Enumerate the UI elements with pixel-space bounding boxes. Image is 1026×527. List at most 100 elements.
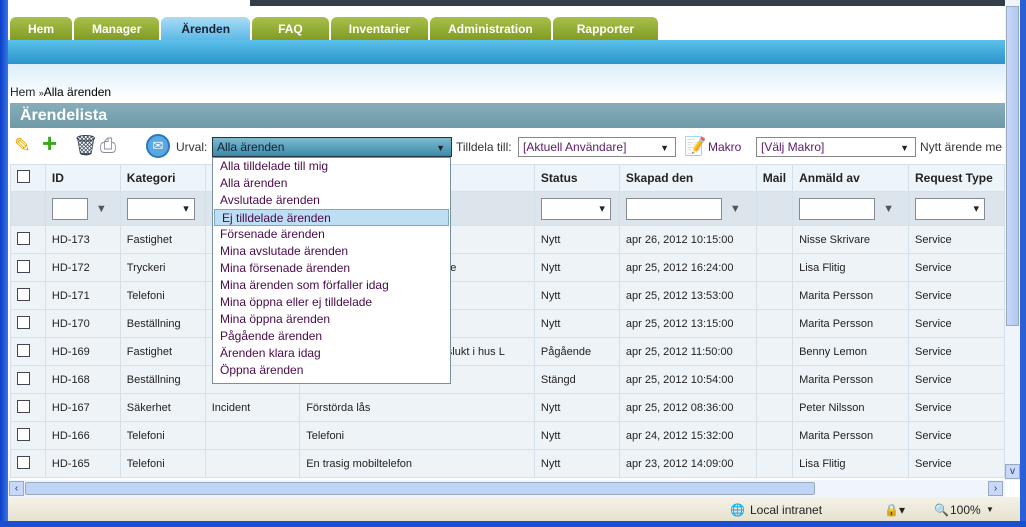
row-checkbox[interactable] [17, 231, 30, 245]
scroll-down-button[interactable]: v [1005, 464, 1020, 479]
row-checkbox[interactable] [17, 427, 30, 441]
row-checkbox[interactable] [17, 315, 30, 329]
table-row[interactable]: HD-166 Telefoni Telefoni Nytt apr 24, 2012 1… [10, 421, 1005, 450]
row-select[interactable] [10, 225, 46, 254]
tab-manager[interactable]: Manager [74, 17, 160, 41]
tab-arenden[interactable]: Ärenden [161, 17, 251, 41]
col-request-type[interactable]: Request Type [907, 164, 1005, 192]
assign-select[interactable]: [Aktuell Användare] ▼ [518, 137, 676, 157]
dropdown-option[interactable]: Ärenden klara idag [213, 345, 450, 362]
dropdown-option[interactable]: Alla tilldelade till mig [213, 158, 450, 175]
assign-label: Tilldela till: [456, 140, 512, 154]
cell-status: Nytt [533, 393, 620, 422]
row-select[interactable] [10, 449, 46, 478]
table-row[interactable]: HD-171 Telefoni Nytt apr 25, 2012 13:53:00 M… [10, 281, 1005, 310]
dropdown-option[interactable]: Mina ärenden som förfaller idag [213, 277, 450, 294]
col-mail[interactable]: Mail [755, 164, 794, 192]
add-icon[interactable]: + [42, 130, 57, 156]
row-checkbox[interactable] [17, 343, 30, 357]
dropdown-option[interactable]: Mina avslutade ärenden [213, 243, 450, 260]
urval-select[interactable]: Alla ärenden ▼ [212, 137, 452, 157]
status-filter-select[interactable] [540, 197, 611, 220]
filter-icon[interactable]: ▼ [96, 203, 107, 215]
tab-rapporter[interactable]: Rapporter [552, 17, 659, 41]
row-checkbox[interactable] [17, 287, 30, 301]
tab-faq[interactable]: FAQ [252, 17, 329, 41]
col-skapad[interactable]: Skapad den [618, 164, 757, 192]
trash-icon[interactable]: 🗑 [73, 134, 98, 158]
row-select[interactable] [10, 253, 46, 282]
scroll-thumb[interactable] [25, 482, 815, 495]
dropdown-option[interactable]: Mina öppna eller ej tilldelade [213, 294, 450, 311]
kategori-filter-select[interactable] [126, 197, 195, 220]
table-row[interactable]: HD-165 Telefoni En trasig mobiltelefon Nytt… [10, 449, 1005, 478]
cell-status: Pågående [533, 337, 620, 366]
mail-check-icon[interactable]: ✉ [146, 134, 170, 158]
tab-administration[interactable]: Administration [430, 17, 551, 41]
skapad-filter-input[interactable] [625, 197, 722, 220]
dropdown-option[interactable]: Alla ärenden [213, 175, 450, 192]
cell-skapad: apr 26, 2012 10:15:00 [618, 225, 757, 254]
filter-icon[interactable]: ▼ [730, 203, 741, 215]
row-select[interactable] [10, 281, 46, 310]
row-select[interactable] [10, 337, 46, 366]
scroll-thumb[interactable] [1006, 6, 1019, 326]
select-all-checkbox[interactable] [17, 170, 30, 183]
dropdown-option[interactable]: Mina försenade ärenden [213, 260, 450, 277]
cell-id: HD-168 [44, 365, 121, 394]
table-row[interactable]: HD-170 Beställning Nytt apr 25, 2012 13:15:… [10, 309, 1005, 338]
select-all[interactable] [10, 164, 46, 192]
cell-anmald: Nisse Skrivare [792, 225, 909, 254]
col-kategori[interactable]: Kategori [119, 164, 206, 192]
dropdown-option[interactable]: Öppna ärenden [213, 362, 450, 379]
breadcrumb-home[interactable]: Hem [10, 85, 35, 99]
cell-request-type: Service [907, 225, 1005, 254]
zoom-level[interactable]: 100% [950, 503, 981, 517]
dropdown-option[interactable]: Pågående ärenden [213, 328, 450, 345]
row-select[interactable] [10, 393, 46, 422]
macro-icon[interactable]: 📝 [684, 134, 706, 158]
filter-icon[interactable]: ▼ [883, 203, 894, 215]
cell-skapad: apr 25, 2012 16:24:00 [618, 253, 757, 282]
table-row[interactable]: HD-172 Tryckeri e Nytt apr 25, 2012 16:24:00… [10, 253, 1005, 282]
window-frame [1020, 0, 1026, 527]
col-status[interactable]: Status [533, 164, 620, 192]
table-row[interactable]: HD-169 Fastighet ajslukt i hus L Pågående ap… [10, 337, 1005, 366]
dropdown-option[interactable]: Avslutade ärenden [213, 192, 450, 209]
tab-hem[interactable]: Hem [10, 17, 73, 41]
macro-select[interactable]: [Välj Makro] ▼ [756, 137, 916, 157]
horizontal-scrollbar[interactable]: ‹ › [8, 480, 1005, 497]
row-checkbox[interactable] [17, 455, 30, 469]
request-type-filter-select[interactable] [914, 197, 985, 220]
dropdown-option[interactable]: Mina öppna ärenden [213, 311, 450, 328]
dropdown-option[interactable]: Ej tilldelade ärenden [214, 209, 449, 226]
zoom-icon[interactable]: 🔍 [934, 503, 949, 517]
new-case-label[interactable]: Nytt ärende me [920, 140, 1002, 154]
cell-kategori: Telefoni [119, 421, 206, 450]
cell-id: HD-169 [44, 337, 121, 366]
id-filter-input[interactable] [51, 197, 88, 220]
row-checkbox[interactable] [17, 259, 30, 273]
row-select[interactable] [10, 365, 46, 394]
table-row[interactable]: HD-173 Fastighet Nytt apr 26, 2012 10:15:00… [10, 225, 1005, 254]
chevron-down-icon[interactable]: ▼ [986, 505, 994, 514]
dropdown-option[interactable]: Försenade ärenden [213, 226, 450, 243]
table-row[interactable]: HD-167 Säkerhet Incident Förstörda lås Nytt a… [10, 393, 1005, 422]
anmald-filter-input[interactable] [799, 197, 876, 220]
row-checkbox[interactable] [17, 371, 30, 385]
col-anmald[interactable]: Anmäld av [792, 164, 909, 192]
vertical-scrollbar[interactable]: v [1005, 0, 1020, 480]
cell-mail [755, 281, 794, 310]
protected-mode-icon[interactable]: 🔒▾ [884, 503, 905, 517]
scroll-right-button[interactable]: › [988, 481, 1003, 496]
col-id[interactable]: ID [44, 164, 121, 192]
row-select[interactable] [10, 421, 46, 450]
row-select[interactable] [10, 309, 46, 338]
edit-icon[interactable]: ✎ [14, 134, 31, 158]
scroll-left-button[interactable]: ‹ [9, 481, 24, 496]
tab-inventarier[interactable]: Inventarier [330, 17, 429, 41]
urval-label: Urval: [176, 140, 208, 154]
table-row[interactable]: HD-168 Beställning Stängd apr 25, 2012 10:5… [10, 365, 1005, 394]
print-icon[interactable]: ⎙ [100, 134, 116, 158]
row-checkbox[interactable] [17, 399, 30, 413]
